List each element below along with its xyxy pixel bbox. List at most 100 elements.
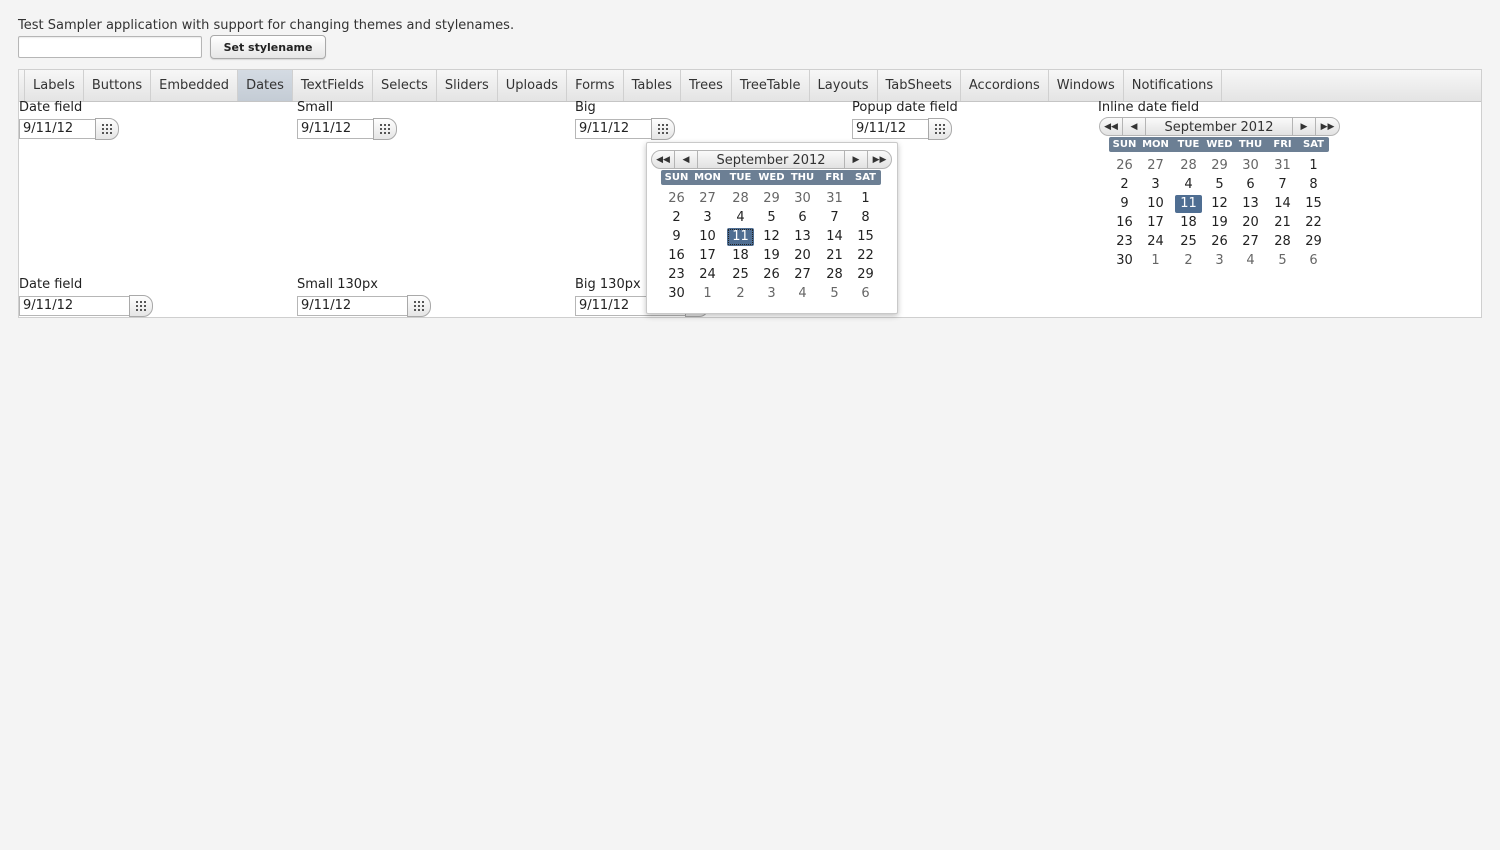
calendar-day[interactable]: 29 (852, 266, 879, 284)
calendar-day[interactable]: 19 (1206, 214, 1233, 232)
tab-trees[interactable]: Trees (681, 70, 732, 101)
calendar-day[interactable]: 7 (821, 209, 848, 227)
calendar-day[interactable]: 6 (1237, 176, 1264, 194)
calendar-day[interactable]: 17 (694, 247, 721, 265)
calendar-day[interactable]: 8 (1300, 176, 1327, 194)
calendar-day[interactable]: 30 (663, 285, 690, 303)
calendar-day[interactable]: 20 (789, 247, 816, 265)
calendar-day[interactable]: 27 (789, 266, 816, 284)
calendar-day[interactable]: 26 (663, 190, 690, 208)
calendar-day[interactable]: 1 (694, 285, 721, 303)
calendar-day[interactable]: 13 (1237, 195, 1264, 213)
calendar-day[interactable]: 6 (789, 209, 816, 227)
tab-sliders[interactable]: Sliders (437, 70, 498, 101)
calendar-day[interactable]: 20 (1237, 214, 1264, 232)
date-field-calendar-button[interactable] (95, 118, 119, 140)
tab-forms[interactable]: Forms (567, 70, 624, 101)
calendar-day[interactable]: 10 (1142, 195, 1169, 213)
small-130px-date-field-input[interactable]: 9/11/12 (297, 296, 407, 316)
calendar-day[interactable]: 31 (1269, 157, 1296, 175)
calendar-day[interactable]: 4 (789, 285, 816, 303)
tab-tables[interactable]: Tables (624, 70, 681, 101)
calendar-day[interactable]: 29 (1206, 157, 1233, 175)
calendar-day[interactable]: 15 (1300, 195, 1327, 213)
calendar-day[interactable]: 24 (694, 266, 721, 284)
calendar-day[interactable]: 6 (852, 285, 879, 303)
tab-selects[interactable]: Selects (373, 70, 437, 101)
date-field-2-input[interactable]: 9/11/12 (19, 296, 129, 316)
calendar-day[interactable]: 12 (1206, 195, 1233, 213)
big-date-field-calendar-button[interactable] (651, 118, 675, 140)
next-year-button[interactable]: ▶▶ (867, 150, 892, 169)
calendar-day[interactable]: 26 (1206, 233, 1233, 251)
calendar-day[interactable]: 30 (1237, 157, 1264, 175)
next-month-button[interactable]: ▶ (1292, 117, 1316, 136)
calendar-day[interactable]: 22 (852, 247, 879, 265)
calendar-day[interactable]: 17 (1142, 214, 1169, 232)
tab-uploads[interactable]: Uploads (498, 70, 568, 101)
calendar-day[interactable]: 2 (727, 285, 754, 303)
tab-embedded[interactable]: Embedded (151, 70, 239, 101)
selected-day[interactable]: 11 (1175, 195, 1202, 213)
tab-treetable[interactable]: TreeTable (732, 70, 810, 101)
calendar-day[interactable]: 16 (1111, 214, 1138, 232)
calendar-day[interactable]: 29 (1300, 233, 1327, 251)
next-year-button[interactable]: ▶▶ (1315, 117, 1340, 136)
calendar-day[interactable]: 3 (694, 209, 721, 227)
popup-date-field-input[interactable]: 9/11/12 (852, 119, 928, 139)
calendar-day[interactable]: 5 (1206, 176, 1233, 194)
calendar-day[interactable]: 23 (1111, 233, 1138, 251)
calendar-day[interactable]: 21 (821, 247, 848, 265)
calendar-day[interactable]: 31 (821, 190, 848, 208)
calendar-day[interactable]: 27 (1237, 233, 1264, 251)
tab-windows[interactable]: Windows (1049, 70, 1124, 101)
calendar-day[interactable]: 21 (1269, 214, 1296, 232)
calendar-day[interactable]: 15 (852, 228, 879, 246)
next-month-button[interactable]: ▶ (844, 150, 868, 169)
calendar-day[interactable]: 27 (1142, 157, 1169, 175)
calendar-day[interactable]: 18 (727, 247, 754, 265)
prev-month-button[interactable]: ◀ (674, 150, 698, 169)
calendar-day[interactable]: 23 (663, 266, 690, 284)
calendar-day[interactable]: 1 (1142, 252, 1169, 270)
calendar-day[interactable]: 2 (1111, 176, 1138, 194)
small-date-field-input[interactable]: 9/11/12 (297, 119, 373, 139)
small-130px-date-field-calendar-button[interactable] (407, 295, 431, 317)
calendar-day[interactable]: 2 (1175, 252, 1202, 270)
calendar-day[interactable]: 9 (663, 228, 690, 246)
selected-day[interactable]: 11 (727, 228, 754, 246)
prev-year-button[interactable]: ◀◀ (651, 150, 675, 169)
popup-date-field-calendar-button[interactable] (928, 118, 952, 140)
calendar-day[interactable]: 5 (1269, 252, 1296, 270)
tab-notifications[interactable]: Notifications (1124, 70, 1223, 101)
set-stylename-button[interactable]: Set stylename (210, 35, 326, 59)
calendar-day[interactable]: 14 (1269, 195, 1296, 213)
calendar-day[interactable]: 5 (821, 285, 848, 303)
calendar-day[interactable]: 26 (1111, 157, 1138, 175)
tab-dates[interactable]: Dates (238, 70, 293, 101)
calendar-day[interactable]: 7 (1269, 176, 1296, 194)
calendar-day[interactable]: 25 (1175, 233, 1202, 251)
tab-accordions[interactable]: Accordions (961, 70, 1049, 101)
calendar-day[interactable]: 28 (1269, 233, 1296, 251)
tab-buttons[interactable]: Buttons (84, 70, 152, 101)
calendar-day[interactable]: 3 (758, 285, 785, 303)
calendar-day[interactable]: 25 (727, 266, 754, 284)
tab-labels[interactable]: Labels (24, 70, 84, 101)
prev-month-button[interactable]: ◀ (1122, 117, 1146, 136)
calendar-day[interactable]: 19 (758, 247, 785, 265)
calendar-day[interactable]: 24 (1142, 233, 1169, 251)
calendar-day[interactable]: 13 (789, 228, 816, 246)
calendar-day[interactable]: 4 (1237, 252, 1264, 270)
tab-layouts[interactable]: Layouts (810, 70, 878, 101)
calendar-day[interactable]: 18 (1175, 214, 1202, 232)
tab-textfields[interactable]: TextFields (293, 70, 373, 101)
calendar-day[interactable]: 5 (758, 209, 785, 227)
small-date-field-calendar-button[interactable] (373, 118, 397, 140)
calendar-day[interactable]: 26 (758, 266, 785, 284)
calendar-day[interactable]: 28 (821, 266, 848, 284)
date-field-2-calendar-button[interactable] (129, 295, 153, 317)
calendar-day[interactable]: 1 (1300, 157, 1327, 175)
calendar-day[interactable]: 29 (758, 190, 785, 208)
calendar-day[interactable]: 8 (852, 209, 879, 227)
